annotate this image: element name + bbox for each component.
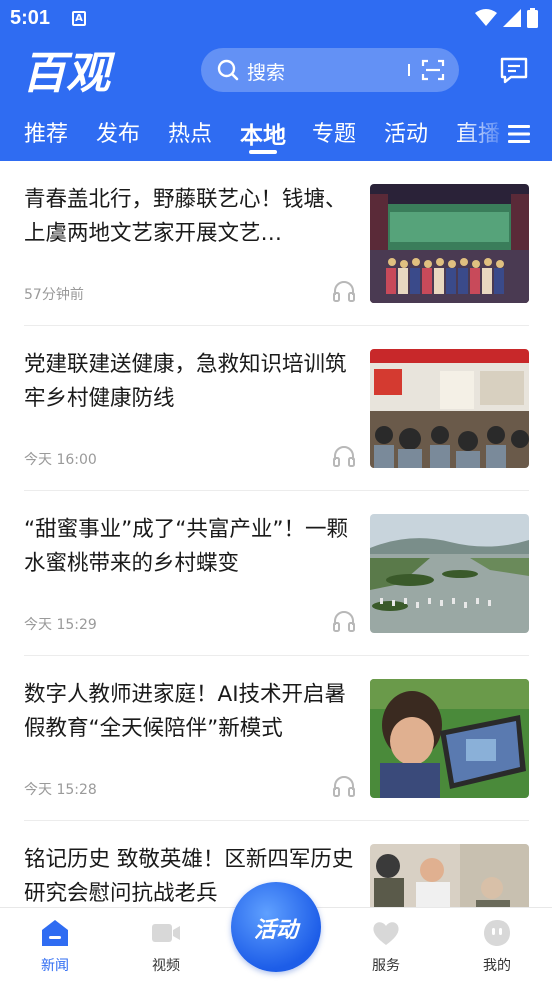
search-placeholder[interactable]: 搜索 (247, 58, 285, 85)
activity-center-label: 活动 (253, 918, 298, 943)
tab-activities[interactable]: 活动 (384, 116, 428, 148)
news-thumbnail-tablet-photo[interactable] (370, 679, 529, 798)
nav-service-label: 服务 (372, 958, 400, 974)
news-item[interactable]: 青春盖北行，野藤联艺心！钱塘、上虞两地文艺家开展文艺… 57分钟前 (24, 161, 529, 326)
news-thumbnail-river-photo[interactable] (370, 514, 529, 633)
nav-service[interactable]: 服务 (346, 908, 426, 984)
battery-icon (527, 8, 538, 28)
nav-video[interactable]: 视频 (126, 908, 206, 984)
video-icon (152, 924, 180, 942)
headphones-icon[interactable] (332, 444, 356, 468)
status-bar: 5:01 A (0, 0, 552, 38)
search-icon (217, 59, 239, 81)
activity-center-button[interactable]: 活动 (231, 882, 321, 972)
channel-tabs: 推荐 发布 热点 本地 专题 活动 直播 (0, 112, 552, 156)
news-home-icon (42, 920, 68, 946)
headphones-icon[interactable] (332, 279, 356, 303)
wifi-icon (475, 9, 497, 26)
news-title[interactable]: 党建联建送健康，急救知识培训筑牢乡村健康防线 (24, 348, 354, 416)
news-item[interactable]: 党建联建送健康，急救知识培训筑牢乡村健康防线 今天 16:00 (24, 326, 529, 491)
tab-topics[interactable]: 专题 (312, 116, 356, 148)
status-indicators (475, 8, 538, 28)
search-divider (408, 64, 410, 76)
scan-icon[interactable] (421, 59, 445, 81)
tab-local[interactable]: 本地 (240, 116, 286, 150)
nav-news-label: 新闻 (41, 958, 69, 974)
tab-recommend[interactable]: 推荐 (24, 116, 68, 148)
news-title[interactable]: 数字人教师进家庭！AI技术开启暑假教育“全天候陪伴”新模式 (24, 678, 354, 746)
active-tab-indicator (249, 150, 277, 154)
news-item[interactable]: “甜蜜事业”成了“共富产业”！一颗水蜜桃带来的乡村蝶变 今天 15:29 (24, 491, 529, 656)
message-icon[interactable] (499, 56, 529, 86)
nav-video-label: 视频 (152, 958, 180, 974)
news-thumbnail-veteran-photo[interactable] (370, 844, 529, 907)
news-time: 今天 15:29 (24, 617, 97, 633)
svg-text:百观: 百观 (22, 48, 116, 98)
news-thumbnail-stage-photo[interactable] (370, 184, 529, 303)
headphones-icon[interactable] (332, 609, 356, 633)
news-time: 今天 15:28 (24, 782, 97, 798)
app-header: 5:01 A 百观 搜索 推荐 发布 热点 本地 专题 活动 直播 (0, 0, 552, 161)
news-thumbnail-training-photo[interactable] (370, 349, 529, 468)
news-title[interactable]: 青春盖北行，野藤联艺心！钱塘、上虞两地文艺家开展文艺… (24, 183, 354, 251)
notification-a-icon: A (72, 11, 86, 26)
menu-icon[interactable] (508, 124, 530, 144)
search-bar[interactable]: 搜索 (201, 48, 459, 92)
news-feed: 青春盖北行，野藤联艺心！钱塘、上虞两地文艺家开展文艺… 57分钟前 党建联建送健… (0, 161, 552, 907)
heart-icon (373, 922, 399, 945)
nav-profile-label: 我的 (483, 958, 511, 974)
news-time: 57分钟前 (24, 287, 84, 303)
news-time: 今天 16:00 (24, 452, 97, 468)
tab-publish[interactable]: 发布 (96, 116, 140, 148)
tabs-fade (460, 112, 510, 156)
profile-icon (484, 920, 510, 946)
tab-hot[interactable]: 热点 (168, 116, 212, 148)
nav-profile[interactable]: 我的 (457, 908, 537, 984)
news-item[interactable]: 数字人教师进家庭！AI技术开启暑假教育“全天候陪伴”新模式 今天 15:28 (24, 656, 529, 821)
news-title[interactable]: “甜蜜事业”成了“共富产业”！一颗水蜜桃带来的乡村蝶变 (24, 513, 354, 581)
status-time: 5:01 (10, 7, 51, 29)
signal-icon (503, 9, 521, 27)
nav-news[interactable]: 新闻 (15, 908, 95, 984)
logo[interactable]: 百观 (22, 46, 164, 98)
headphones-icon[interactable] (332, 774, 356, 798)
